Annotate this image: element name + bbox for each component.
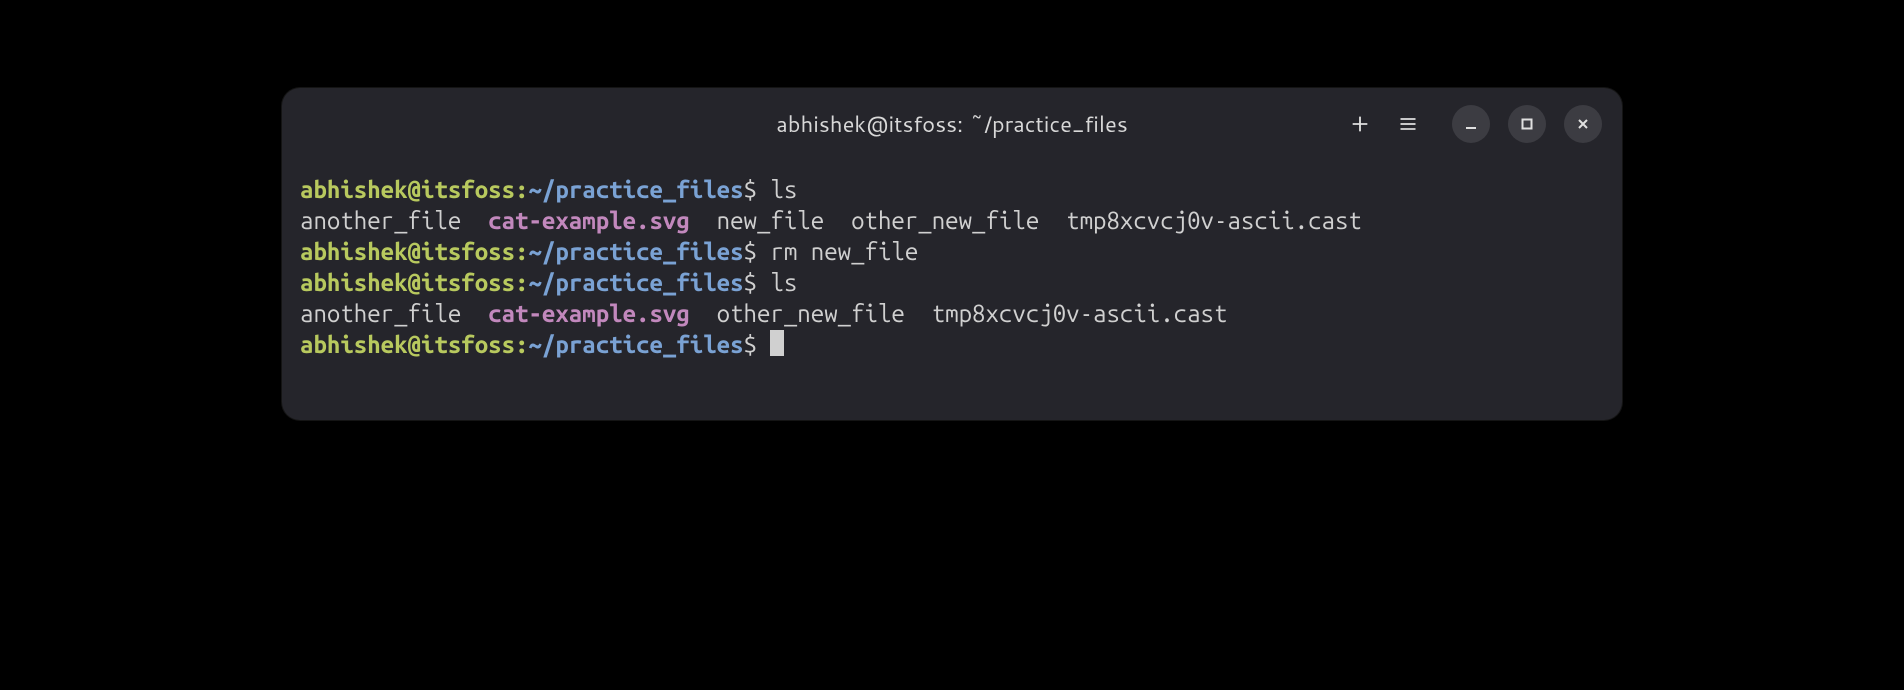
terminal-body[interactable]: abhishek@itsfoss:~/practice_files$ lsano… — [282, 160, 1622, 420]
minimize-button[interactable] — [1452, 105, 1490, 143]
file-item: cat-example.svg — [488, 300, 690, 327]
file-item: another_file — [300, 300, 461, 327]
terminal-line: abhishek@itsfoss:~/practice_files$ ls — [300, 174, 1604, 205]
hamburger-menu-button[interactable] — [1396, 112, 1420, 136]
terminal-line: abhishek@itsfoss:~/practice_files$ — [300, 329, 1604, 360]
cursor-icon — [770, 330, 784, 356]
new-tab-button[interactable] — [1348, 112, 1372, 136]
prompt-path: ~/practice_files — [529, 331, 744, 358]
terminal-window: abhishek@itsfoss: ~/practice_files — [282, 88, 1622, 420]
file-item: other_new_file — [851, 207, 1039, 234]
window-buttons — [1452, 105, 1602, 143]
file-item: new_file — [717, 207, 825, 234]
prompt-dollar: $ — [744, 331, 757, 358]
prompt-dollar: $ — [744, 269, 757, 296]
file-item: another_file — [300, 207, 461, 234]
prompt-colon: : — [515, 238, 528, 265]
file-item: tmp8xcvcj0v-ascii.cast — [1066, 207, 1362, 234]
prompt-dollar: $ — [744, 176, 757, 203]
file-item: cat-example.svg — [488, 207, 690, 234]
prompt-colon: : — [515, 331, 528, 358]
prompt-colon: : — [515, 269, 528, 296]
prompt-user-host: abhishek@itsfoss — [300, 331, 515, 358]
terminal-line: abhishek@itsfoss:~/practice_files$ rm ne… — [300, 236, 1604, 267]
prompt-path: ~/practice_files — [529, 176, 744, 203]
command-text: rm new_file — [770, 238, 918, 265]
close-button[interactable] — [1564, 105, 1602, 143]
prompt-user-host: abhishek@itsfoss — [300, 269, 515, 296]
prompt-user-host: abhishek@itsfoss — [300, 176, 515, 203]
command-text: ls — [770, 176, 797, 203]
file-item: other_new_file — [717, 300, 905, 327]
maximize-button[interactable] — [1508, 105, 1546, 143]
terminal-line: another_file cat-example.svg new_file ot… — [300, 205, 1604, 236]
command-text: ls — [770, 269, 797, 296]
prompt-path: ~/practice_files — [529, 269, 744, 296]
window-title: abhishek@itsfoss: ~/practice_files — [776, 109, 1127, 140]
prompt-user-host: abhishek@itsfoss — [300, 238, 515, 265]
terminal-line: another_file cat-example.svg other_new_f… — [300, 298, 1604, 329]
terminal-line: abhishek@itsfoss:~/practice_files$ ls — [300, 267, 1604, 298]
titlebar: abhishek@itsfoss: ~/practice_files — [282, 88, 1622, 160]
prompt-colon: : — [515, 176, 528, 203]
prompt-dollar: $ — [744, 238, 757, 265]
prompt-path: ~/practice_files — [529, 238, 744, 265]
file-item: tmp8xcvcj0v-ascii.cast — [932, 300, 1228, 327]
titlebar-controls — [1348, 105, 1602, 143]
